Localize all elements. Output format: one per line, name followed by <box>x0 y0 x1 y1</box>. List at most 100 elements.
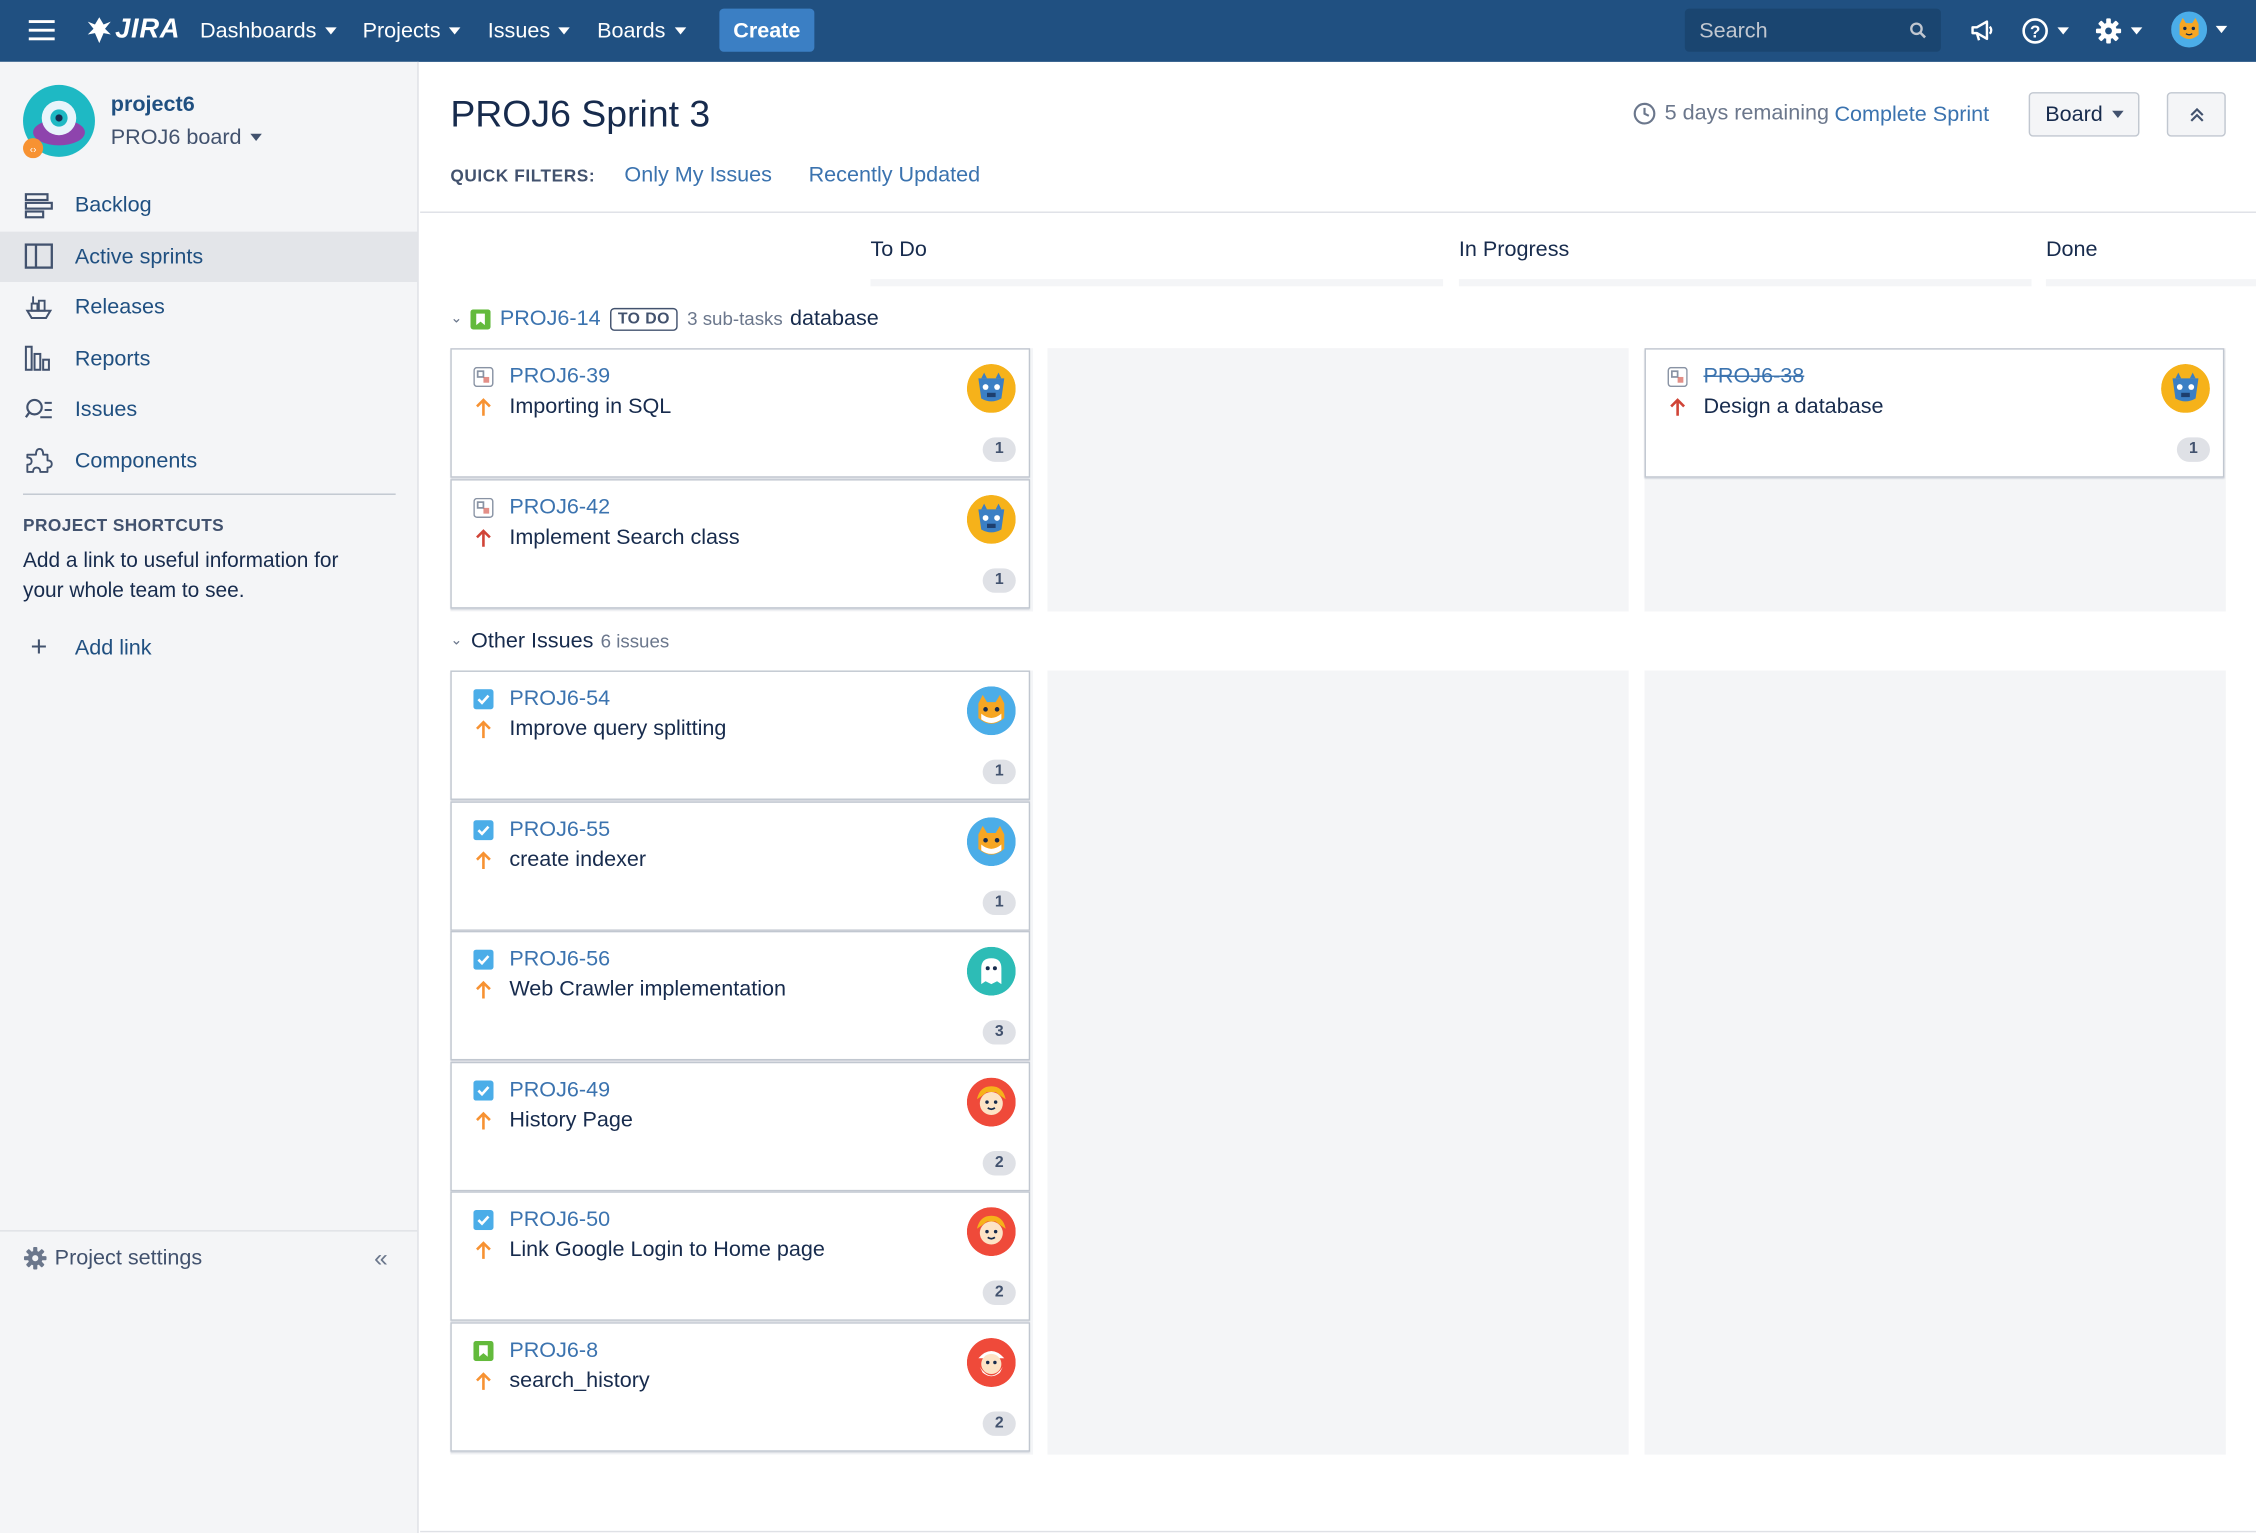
sidebar-item-active-sprints[interactable]: Active sprints <box>0 230 418 282</box>
announcement-icon[interactable] <box>1970 14 1996 46</box>
subtask-type-icon <box>1667 366 1688 388</box>
priority-high-icon <box>473 1241 493 1261</box>
robot-project-icon: ‹› <box>23 84 95 159</box>
jira-mark-icon <box>87 17 111 44</box>
help-icon[interactable]: ? <box>2021 14 2069 46</box>
issue-card[interactable]: PROJ6-38 Design a database 1 <box>1644 348 2225 478</box>
search-field[interactable] <box>1684 8 1941 52</box>
issue-card[interactable]: PROJ6-8 search_history 2 <box>450 1322 1031 1452</box>
sidebar-item-backlog[interactable]: Backlog <box>0 180 417 231</box>
chevron-down-icon <box>2215 25 2228 33</box>
issue-card[interactable]: PROJ6-49 History Page 2 <box>450 1061 1031 1192</box>
project-shortcuts-description: Add a link to useful information for you… <box>23 549 339 603</box>
sidebar-item-issues[interactable]: Issues <box>0 384 417 435</box>
chevron-down-icon <box>325 27 337 35</box>
issue-card[interactable]: PROJ6-56 Web Crawler implementation 3 <box>450 931 1031 1061</box>
sidebar-item-label: Releases <box>74 295 165 320</box>
project-name-link[interactable]: project6 <box>111 92 195 116</box>
collapse-sidebar-icon[interactable]: « <box>374 1245 388 1274</box>
page-title: PROJ6 Sprint 3 <box>450 92 711 136</box>
issue-summary: Importing in SQL <box>509 394 672 419</box>
swimlane-header-other-issues[interactable]: ⌄ Other Issues 6 issues <box>450 629 669 653</box>
project-settings-link[interactable]: Project settings <box>23 1246 202 1270</box>
nav-dashboards[interactable]: Dashboards <box>200 0 337 62</box>
issue-key-link[interactable]: PROJ6-54 <box>509 686 610 710</box>
quick-filters-label: QUICK FILTERS: <box>450 165 596 186</box>
assignee-avatar[interactable] <box>2161 364 2210 413</box>
board-selector[interactable]: PROJ6 board <box>111 125 262 150</box>
nav-projects[interactable]: Projects <box>363 0 461 62</box>
sidebar-bottom-divider <box>0 1230 418 1232</box>
estimate-badge: 1 <box>982 437 1016 462</box>
filter-only-my-issues[interactable]: Only My Issues <box>624 163 772 187</box>
assignee-avatar[interactable] <box>966 686 1016 736</box>
priority-high-icon <box>473 980 493 1000</box>
top-navigation: JIRA Dashboards Projects Issues Boards C… <box>0 0 2256 62</box>
lane2-done-column <box>1644 670 2226 1455</box>
issue-key-link[interactable]: PROJ6-39 <box>509 364 610 388</box>
swimlane-header-proj6-14[interactable]: ⌄ PROJ6-14 TO DO 3 sub-tasks database <box>450 306 878 330</box>
clock-icon <box>1633 102 1656 124</box>
project-settings-label: Project settings <box>54 1245 203 1271</box>
collapse-header-button[interactable] <box>2166 92 2226 137</box>
issue-key-link[interactable]: PROJ6-56 <box>509 947 610 971</box>
priority-highest-icon <box>1668 397 1688 417</box>
issues-icon <box>23 394 55 426</box>
issue-summary: Design a database <box>1703 394 1884 419</box>
sidebar-item-components[interactable]: Components <box>0 435 417 486</box>
column-header-done: Done <box>2045 237 2098 262</box>
assignee-avatar[interactable] <box>966 816 1016 866</box>
header-divider <box>420 211 2256 213</box>
assignee-avatar[interactable] <box>966 1338 1016 1387</box>
jira-logo[interactable]: JIRA <box>86 13 180 48</box>
assignee-avatar[interactable] <box>966 1207 1016 1257</box>
issue-key-link[interactable]: PROJ6-38 <box>1704 364 1805 388</box>
add-link-button[interactable]: + Add link <box>23 632 152 665</box>
assignee-avatar[interactable] <box>966 946 1016 996</box>
estimate-badge: 2 <box>982 1411 1016 1436</box>
sidebar-nav: Backlog Active sprints Releases Reports … <box>0 180 418 486</box>
nav-issues[interactable]: Issues <box>488 0 571 62</box>
sprint-remaining: 5 days remaining <box>1633 101 1829 125</box>
sidebar-item-label: Reports <box>74 346 151 371</box>
reports-icon <box>23 343 55 375</box>
create-button[interactable]: Create <box>719 8 815 52</box>
assignee-avatar[interactable] <box>966 494 1016 544</box>
assignee-avatar[interactable] <box>966 364 1016 413</box>
issue-key-link[interactable]: PROJ6-50 <box>509 1208 610 1232</box>
issue-card[interactable]: PROJ6-55 create indexer 1 <box>450 800 1031 931</box>
priority-highest-icon <box>473 527 493 547</box>
swimlane-issue-key[interactable]: PROJ6-14 <box>500 306 601 330</box>
sidebar-item-reports[interactable]: Reports <box>0 333 417 384</box>
column-bar-done <box>2045 279 2256 287</box>
issue-key-link[interactable]: PROJ6-8 <box>509 1338 598 1362</box>
project-avatar[interactable]: ‹› <box>22 83 97 159</box>
swimlane-label: Other Issues <box>471 628 594 654</box>
complete-sprint-link[interactable]: Complete Sprint <box>1834 102 1989 126</box>
add-link-label: Add link <box>74 635 152 661</box>
issue-key-link[interactable]: PROJ6-55 <box>509 817 610 841</box>
issue-summary: History Page <box>509 1107 633 1133</box>
task-type-icon <box>473 1080 494 1101</box>
issue-card[interactable]: PROJ6-42 Implement Search class 1 <box>450 478 1031 609</box>
issue-card[interactable]: PROJ6-50 Link Google Login to Home page 2 <box>450 1191 1031 1322</box>
footer-divider <box>420 1530 2256 1533</box>
nav-boards[interactable]: Boards <box>597 0 686 62</box>
estimate-badge: 3 <box>982 1020 1016 1045</box>
issue-key-link[interactable]: PROJ6-49 <box>509 1077 610 1101</box>
sidebar-item-releases[interactable]: Releases <box>0 282 417 333</box>
menu-icon[interactable] <box>28 20 55 41</box>
issue-card[interactable]: PROJ6-54 Improve query splitting 1 <box>450 670 1031 800</box>
issue-key-link[interactable]: PROJ6-42 <box>509 494 610 518</box>
nav-issues-label: Issues <box>487 18 551 44</box>
issue-card[interactable]: PROJ6-39 Importing in SQL 1 <box>450 348 1031 478</box>
filter-recently-updated[interactable]: Recently Updated <box>809 163 981 187</box>
settings-gear-icon[interactable] <box>2095 14 2143 46</box>
search-input[interactable] <box>1699 17 1901 43</box>
board-menu-button[interactable]: Board <box>2028 92 2140 137</box>
svg-text:‹›: ‹› <box>30 145 37 156</box>
chevron-down-icon <box>2111 110 2123 118</box>
user-avatar[interactable] <box>2171 10 2228 47</box>
remaining-label: 5 days remaining <box>1664 100 1830 126</box>
assignee-avatar[interactable] <box>966 1077 1016 1127</box>
